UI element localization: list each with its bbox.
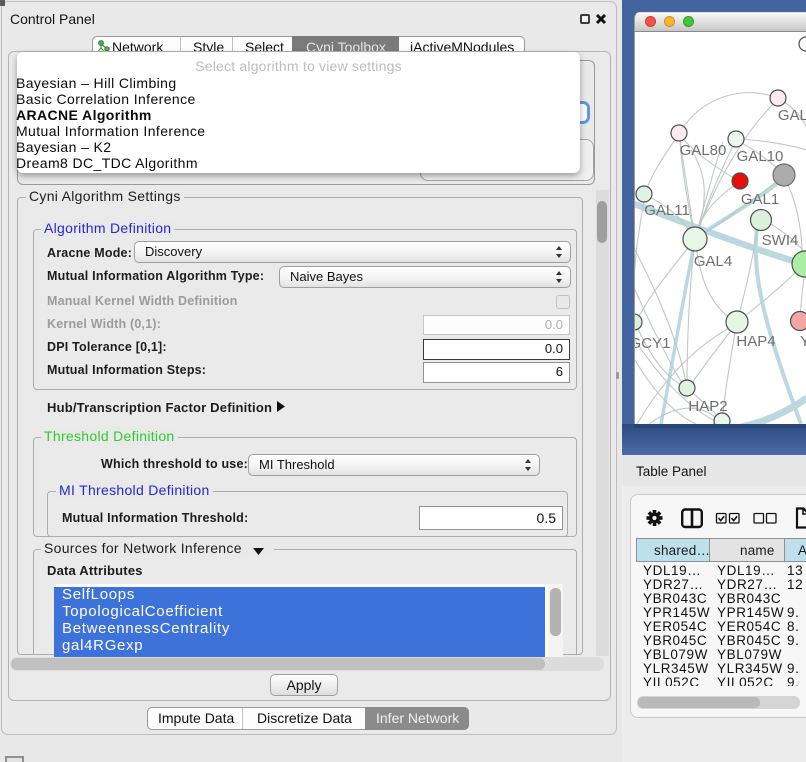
svg-text:GAL1: GAL1 <box>741 191 779 208</box>
svg-text:GAL80: GAL80 <box>680 142 727 159</box>
svg-text:HAP4: HAP4 <box>736 333 775 350</box>
svg-text:GAL4: GAL4 <box>694 253 732 270</box>
svg-text:GCY1: GCY1 <box>635 335 670 352</box>
svg-text:GAL7: GAL7 <box>778 107 806 124</box>
svg-text:Y: Y <box>800 333 806 350</box>
svg-text:HAP2: HAP2 <box>688 398 727 415</box>
svg-text:GAL11: GAL11 <box>644 202 690 219</box>
svg-text:SWI4: SWI4 <box>762 232 799 249</box>
svg-text:GAL10: GAL10 <box>737 148 784 165</box>
